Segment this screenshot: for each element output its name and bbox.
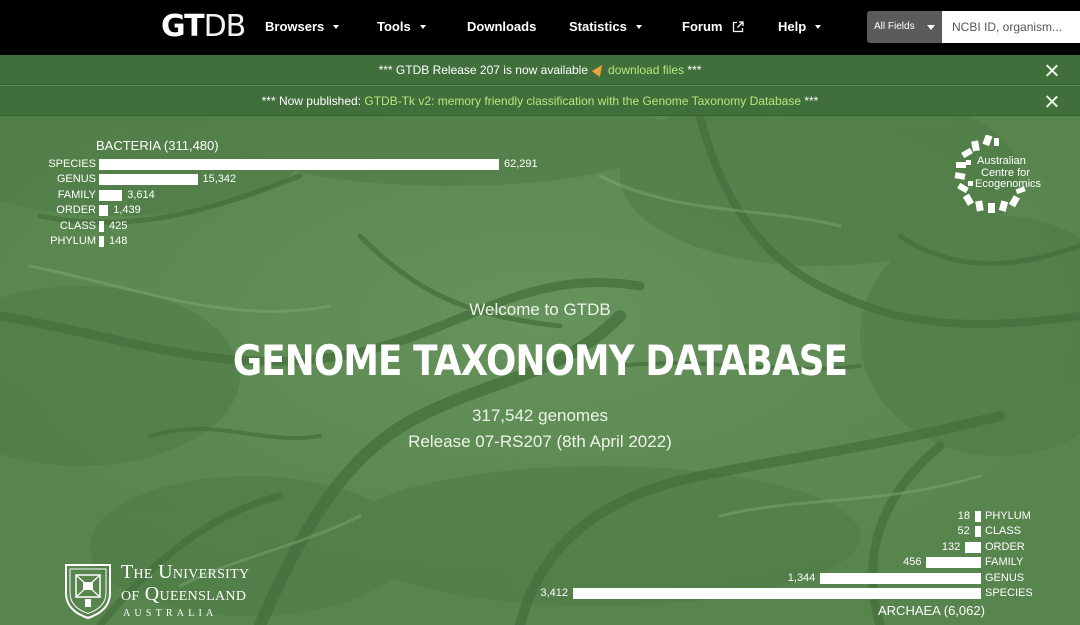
uq-name-line-1: The University <box>121 561 250 583</box>
archaea-rank-row: 18 PHYLUM <box>0 509 1080 524</box>
nav-tools[interactable]: Tools <box>377 19 426 35</box>
search-field-select[interactable]: All Fields <box>867 11 942 43</box>
nav-browsers[interactable]: Browsers <box>265 19 340 35</box>
nav-help[interactable]: Help <box>778 19 822 35</box>
welcome-text: Welcome to GTDB <box>469 300 611 319</box>
nav-downloads[interactable]: Downloads <box>467 19 536 35</box>
bar-value-label: 62,291 <box>504 158 538 170</box>
bacteria-rank-row: FAMILY 3,614 <box>0 188 600 203</box>
ace-logo-text: Australian Centre for Ecogenomics <box>975 155 1042 190</box>
release-info: Release 07-RS207 (8th April 2022) <box>408 432 672 451</box>
chevron-down-icon <box>419 25 426 29</box>
archaea-bar <box>965 541 981 553</box>
rank-label: GENUS <box>985 571 1025 584</box>
genome-count: 317,542 genomes <box>471 406 609 425</box>
banner-text: *** Now published: <box>261 94 362 108</box>
search-input[interactable] <box>942 11 1080 43</box>
nav-forum[interactable]: Forum <box>682 19 744 35</box>
chevron-down-icon <box>635 25 642 29</box>
caret-down-icon <box>927 25 935 30</box>
archaea-rank-row: 52 CLASS <box>0 524 1080 539</box>
publication-banner: *** Now published: GTDB-Tk v2: memory fr… <box>0 86 1080 116</box>
rank-label: PHYLUM <box>985 510 1031 522</box>
rank-label: FAMILY <box>985 556 1024 569</box>
rank-label: PHYLUM <box>50 235 96 247</box>
bacteria-bar <box>99 236 104 247</box>
archaea-bar <box>975 511 981 522</box>
gtdbtk-paper-link[interactable]: GTDB-Tk v2: memory friendly classificati… <box>364 94 801 108</box>
archaea-rank-row: 132 ORDER <box>0 540 1080 555</box>
nav-statistics[interactable]: Statistics <box>569 19 642 35</box>
bar-value-label: 52 <box>957 525 970 538</box>
bar-value-label: 15,342 <box>202 173 237 186</box>
bar-value-label: 132 <box>941 540 961 553</box>
bar-value-label: 18 <box>957 510 970 522</box>
bar-value-label: 456 <box>903 556 922 569</box>
rank-label: ORDER <box>985 540 1025 553</box>
bacteria-rank-row: CLASS 425 <box>0 219 600 234</box>
bacteria-rank-row: ORDER 1,439 <box>0 203 600 218</box>
bacteria-stats-title: BACTERIA (311,480) <box>96 138 219 153</box>
chevron-down-icon <box>815 25 822 29</box>
bacteria-bar <box>99 174 198 186</box>
search-bar: All Fields <box>867 11 1080 43</box>
gtdb-logo[interactable]: GTDB <box>161 12 246 42</box>
rank-label: GENUS <box>56 173 96 186</box>
bacteria-bar <box>99 189 123 201</box>
rank-label: CLASS <box>985 525 1022 538</box>
bacteria-rank-row: PHYLUM 148 <box>0 234 600 249</box>
external-link-icon <box>732 21 744 33</box>
bar-value-label: 3,412 <box>540 587 568 599</box>
rank-label: SPECIES <box>985 587 1033 599</box>
rank-label: ORDER <box>56 204 96 217</box>
bar-value-label: 425 <box>109 219 128 232</box>
uq-name-line-2: of Queensland <box>121 583 247 605</box>
bar-value-label: 148 <box>109 235 128 247</box>
bar-value-label: 3,614 <box>127 188 155 201</box>
archaea-bar <box>926 557 981 569</box>
rank-label: CLASS <box>59 219 96 232</box>
archaea-stats-title: ARCHAEA (6,062) <box>878 603 985 618</box>
bar-value-label: 1,439 <box>113 204 141 217</box>
rank-label: SPECIES <box>48 158 96 170</box>
archaea-bar <box>974 526 981 538</box>
close-icon[interactable] <box>1045 95 1058 108</box>
release-banner: *** GTDB Release 207 is now available dow… <box>0 55 1080 85</box>
page-title: GENOME TAXONOMY DATABASE <box>232 336 848 385</box>
bacteria-bar <box>99 220 104 232</box>
bacteria-rank-row: GENUS 15,342 <box>0 172 600 187</box>
bacteria-bar <box>99 205 109 217</box>
rank-label: FAMILY <box>57 188 96 201</box>
bacteria-bar <box>99 159 499 170</box>
uq-crest-icon[interactable] <box>64 563 112 620</box>
chevron-down-icon <box>333 25 340 29</box>
banner-text: *** GTDB Release 207 is now available <box>378 63 589 77</box>
bar-value-label: 1,344 <box>787 571 816 584</box>
archaea-bar <box>820 572 981 584</box>
archaea-bar <box>573 588 981 599</box>
uq-country: AUSTRALIA <box>123 608 218 619</box>
top-navbar: GTDB Browsers Tools Downloads Statistics… <box>0 0 1080 55</box>
download-files-link[interactable]: download files <box>608 63 684 77</box>
party-popper-icon <box>591 62 607 77</box>
close-icon[interactable] <box>1045 64 1058 77</box>
bacteria-rank-row: SPECIES 62,291 <box>0 157 600 172</box>
